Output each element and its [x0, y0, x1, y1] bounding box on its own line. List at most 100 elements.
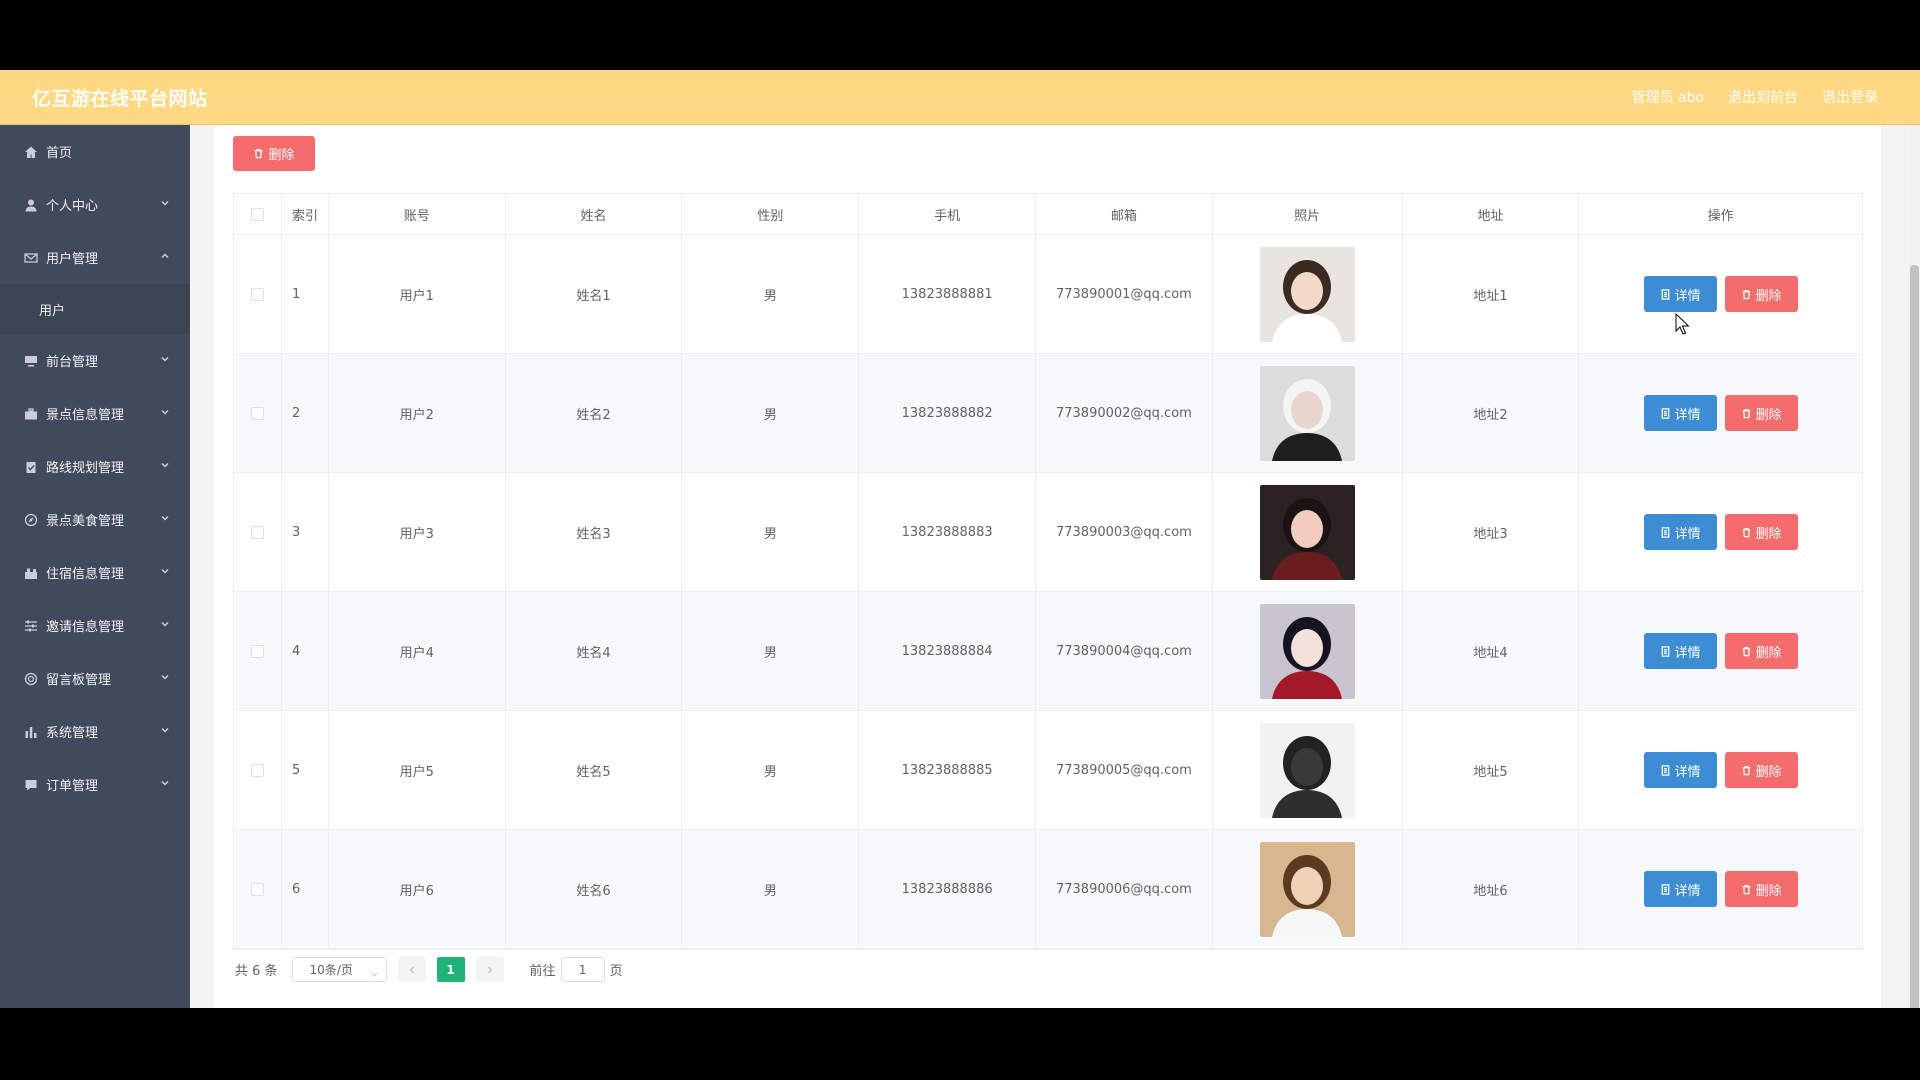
detail-button[interactable]: 详情 — [1643, 276, 1717, 312]
cell-address: 地址4 — [1403, 592, 1580, 710]
row-select-cell — [234, 473, 282, 591]
sidebar-item-1[interactable]: 个人中心 — [0, 178, 190, 231]
cell-photo — [1213, 830, 1403, 948]
scrollbar-thumb[interactable] — [1910, 265, 1919, 1008]
prev-page-button[interactable] — [397, 957, 426, 982]
sidebar-item-label: 系统管理 — [46, 726, 99, 741]
app-window: 亿互游在线平台网站 管理员 abo 退出到前台 退出登录 首页 个人中心 用户管理用… — [0, 70, 1920, 1008]
chevron-down-icon — [160, 724, 170, 734]
delete-button[interactable]: 删除 — [1724, 752, 1798, 788]
sidebar-item-label: 首页 — [46, 146, 73, 161]
total-count: 共 6 条 — [235, 964, 278, 979]
trash-icon — [1742, 289, 1750, 299]
detail-button[interactable]: 详情 — [1643, 633, 1717, 669]
batch-delete-button[interactable]: 删除 — [233, 136, 315, 171]
sidebar-item-2[interactable]: 用户管理 — [0, 231, 190, 284]
cell-index: 6 — [282, 830, 329, 948]
row-checkbox[interactable] — [250, 406, 264, 420]
detail-button[interactable]: 详情 — [1643, 395, 1717, 431]
page-size-value: 10条/页 — [309, 963, 353, 977]
trash-icon — [1742, 408, 1750, 418]
sidebar-item-10[interactable]: 留言板管理 — [0, 652, 190, 705]
sidebar-item-label: 前台管理 — [46, 355, 99, 370]
cell-index: 2 — [282, 354, 329, 472]
logout-link[interactable]: 退出登录 — [1822, 87, 1878, 107]
detail-button[interactable]: 详情 — [1643, 514, 1717, 550]
page-number-current[interactable]: 1 — [436, 957, 465, 982]
mouse-cursor-icon — [1675, 313, 1689, 335]
house-icon — [23, 565, 39, 581]
row-checkbox[interactable] — [250, 525, 264, 539]
user-photo — [1259, 365, 1355, 461]
delete-label: 删除 — [1755, 526, 1782, 542]
header-index: 索引 — [282, 194, 329, 234]
detail-button[interactable]: 详情 — [1643, 752, 1717, 788]
delete-button[interactable]: 删除 — [1724, 395, 1798, 431]
to-front-link[interactable]: 退出到前台 — [1728, 87, 1798, 107]
top-header: 亿互游在线平台网站 管理员 abo 退出到前台 退出登录 — [0, 70, 1920, 125]
delete-button[interactable]: 删除 — [1724, 871, 1798, 907]
row-checkbox[interactable] — [250, 287, 264, 301]
row-checkbox[interactable] — [250, 644, 264, 658]
sidebar-item-label: 订单管理 — [46, 779, 99, 794]
chevron-down-icon — [160, 565, 170, 575]
clipboard-icon — [23, 459, 39, 475]
page-size-select[interactable]: 10条/页 — [291, 957, 387, 982]
header-email: 邮箱 — [1036, 194, 1213, 234]
chevron-down-icon — [160, 353, 170, 363]
cell-index: 4 — [282, 592, 329, 710]
batch-delete-label: 删除 — [268, 148, 295, 163]
chevron-down-icon — [160, 671, 170, 681]
sidebar-item-7[interactable]: 景点美食管理 — [0, 493, 190, 546]
trash-icon — [255, 149, 263, 159]
sidebar-item-12[interactable]: 订单管理 — [0, 758, 190, 811]
detail-label: 详情 — [1674, 407, 1701, 423]
cell-index: 1 — [282, 235, 329, 353]
scrollbar[interactable] — [1909, 125, 1920, 1008]
cell-account: 用户5 — [329, 711, 506, 829]
delete-button[interactable]: 删除 — [1724, 633, 1798, 669]
row-checkbox[interactable] — [250, 882, 264, 896]
cell-actions: 详情 删除 — [1579, 235, 1862, 353]
trash-icon — [1742, 646, 1750, 656]
sidebar-subitem-users[interactable]: 用户 — [0, 284, 190, 334]
admin-user-link[interactable]: 管理员 abo — [1632, 87, 1704, 107]
select-all-checkbox[interactable] — [250, 207, 264, 221]
cell-account: 用户2 — [329, 354, 506, 472]
cell-name: 姓名4 — [506, 592, 683, 710]
cell-index: 3 — [282, 473, 329, 591]
chevron-down-icon — [160, 197, 170, 207]
user-photo — [1259, 841, 1355, 937]
cell-address: 地址5 — [1403, 711, 1580, 829]
sidebar-item-6[interactable]: 路线规划管理 — [0, 440, 190, 493]
sidebar-item-0[interactable]: 首页 — [0, 125, 190, 178]
chevron-down-icon — [160, 618, 170, 628]
detail-label: 详情 — [1674, 288, 1701, 304]
goto-page-input[interactable] — [560, 957, 605, 982]
cell-sex: 男 — [682, 235, 860, 353]
sidebar-item-9[interactable]: 邀请信息管理 — [0, 599, 190, 652]
detail-button[interactable]: 详情 — [1643, 871, 1717, 907]
sidebar-item-8[interactable]: 住宿信息管理 — [0, 546, 190, 599]
main-content: 删除 索引 账号 姓名 性别 手机 邮箱 照片 地址 操作 1 用户1 姓名1 男 13… — [214, 125, 1881, 1008]
row-checkbox[interactable] — [250, 763, 264, 777]
user-icon — [23, 197, 39, 213]
sidebar-item-4[interactable]: 前台管理 — [0, 334, 190, 387]
delete-label: 删除 — [1755, 645, 1782, 661]
cell-account: 用户3 — [329, 473, 506, 591]
cell-address: 地址1 — [1403, 235, 1580, 353]
cell-address: 地址6 — [1403, 830, 1580, 948]
cell-phone: 13823888885 — [859, 711, 1037, 829]
cell-sex: 男 — [682, 592, 860, 710]
sidebar-item-5[interactable]: 景点信息管理 — [0, 387, 190, 440]
cell-sex: 男 — [682, 354, 860, 472]
delete-button[interactable]: 删除 — [1724, 276, 1798, 312]
sidebar-item-11[interactable]: 系统管理 — [0, 705, 190, 758]
sidebar-item-label: 路线规划管理 — [46, 461, 125, 476]
trash-icon — [1742, 527, 1750, 537]
document-icon — [1661, 526, 1670, 538]
next-page-button[interactable] — [475, 957, 504, 982]
chat-icon — [23, 777, 39, 793]
cell-name: 姓名1 — [506, 235, 683, 353]
delete-button[interactable]: 删除 — [1724, 514, 1798, 550]
